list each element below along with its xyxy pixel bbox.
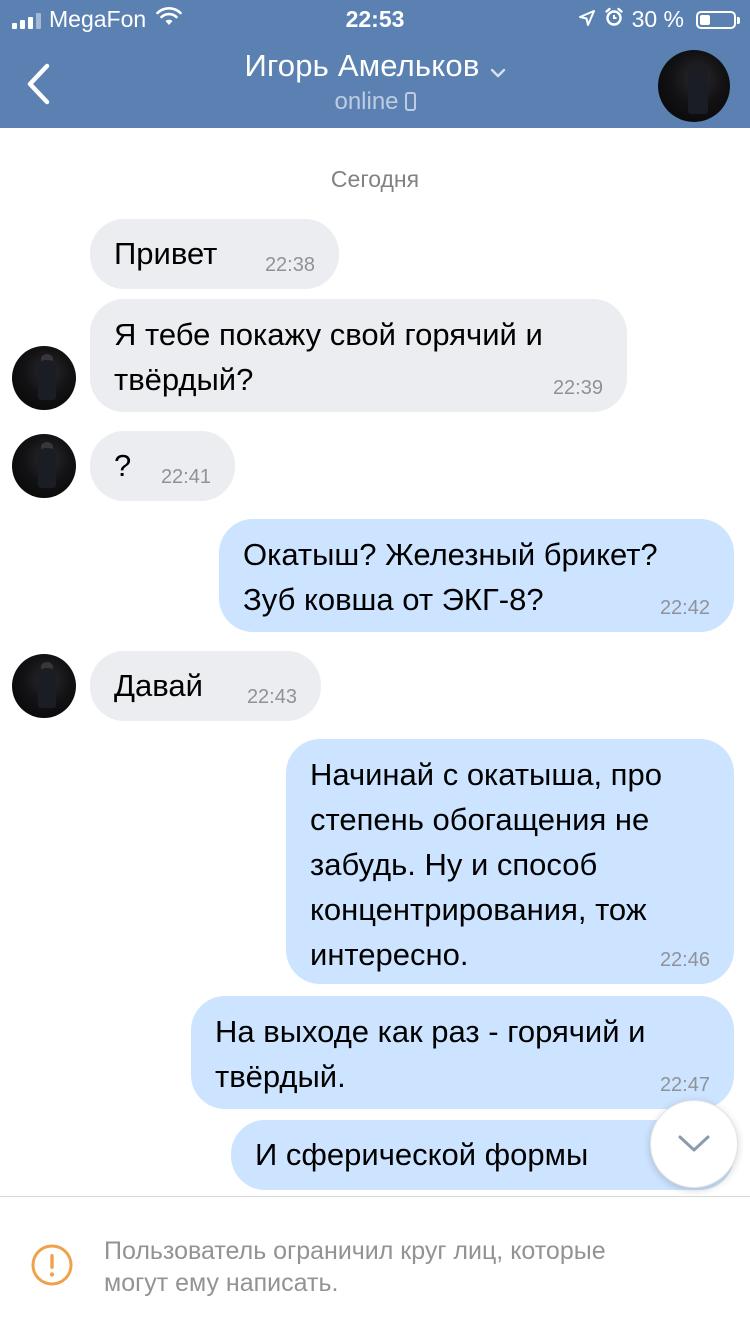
sender-avatar[interactable] <box>12 654 76 718</box>
avatar-silhouette <box>688 66 708 114</box>
message-bubble-outgoing[interactable]: Начинай с окатыша, про степень обогащени… <box>286 739 734 984</box>
message-bubble-incoming[interactable]: Привет 22:38 <box>90 219 339 289</box>
chevron-down-icon <box>678 1135 710 1152</box>
chevron-down-icon <box>490 50 506 86</box>
contact-name-row[interactable]: Игорь Амельков <box>150 48 600 86</box>
chevron-left-icon <box>27 63 50 105</box>
location-arrow-icon <box>578 6 596 33</box>
contact-status-row: online <box>150 88 600 116</box>
message-time: 22:47 <box>659 1074 710 1096</box>
message-list[interactable]: Сегодня Привет 22:38 Я тебе покажу свой … <box>0 128 750 1196</box>
contact-status: online <box>334 87 399 115</box>
alarm-clock-icon <box>604 6 624 33</box>
message-text: Я тебе покажу свой горячий и твёрдый? <box>114 317 543 397</box>
avatar-silhouette <box>38 360 56 400</box>
header-avatar[interactable] <box>658 50 730 122</box>
battery-percent: 30 % <box>631 6 684 32</box>
message-text: Начинай с окатыша, про степень обогащени… <box>310 757 662 972</box>
navigation-header: MegaFon 22:53 30 % Игорь Амельков online <box>0 0 750 128</box>
back-button[interactable] <box>18 60 58 108</box>
message-time: 22:38 <box>264 254 315 276</box>
message-time: 22:39 <box>552 377 603 399</box>
message-time: 22:43 <box>246 686 297 708</box>
date-separator: Сегодня <box>330 166 420 192</box>
message-time: 22:46 <box>659 949 710 971</box>
battery-level-fill <box>700 14 710 25</box>
battery-icon <box>696 10 740 29</box>
message-text: На выходе как раз - горячий и твёрдый. <box>215 1014 646 1094</box>
avatar-silhouette <box>38 668 56 708</box>
write-restriction-notice: Пользователь ограничил круг лиц, которые… <box>0 1196 750 1334</box>
sender-avatar[interactable] <box>12 346 76 410</box>
message-bubble-incoming[interactable]: Я тебе покажу свой горячий и твёрдый? 22… <box>90 299 627 412</box>
notice-text: Пользователь ограничил круг лиц, которые… <box>104 1237 606 1297</box>
message-time: 22:42 <box>659 597 710 619</box>
message-bubble-incoming[interactable]: Давай 22:43 <box>90 651 321 721</box>
status-bar: MegaFon 22:53 30 % <box>0 0 750 40</box>
message-bubble-outgoing[interactable]: Окатыш? Железный брикет? Зуб ковша от ЭК… <box>219 519 734 632</box>
message-bubble-outgoing[interactable]: На выходе как раз - горячий и твёрдый. 2… <box>191 996 734 1109</box>
avatar-silhouette <box>38 448 56 488</box>
contact-name[interactable]: Игорь Амельков <box>244 48 479 83</box>
warning-circle-icon <box>31 1244 73 1286</box>
message-bubble-incoming[interactable]: ? 22:41 <box>90 431 235 501</box>
message-time: 22:41 <box>160 466 211 488</box>
chat-title[interactable]: Игорь Амельков online <box>150 48 600 116</box>
sender-avatar[interactable] <box>12 434 76 498</box>
scroll-to-bottom-button[interactable] <box>650 1100 738 1188</box>
mobile-phone-icon <box>404 92 416 112</box>
status-bar-right: 30 % <box>578 6 740 33</box>
